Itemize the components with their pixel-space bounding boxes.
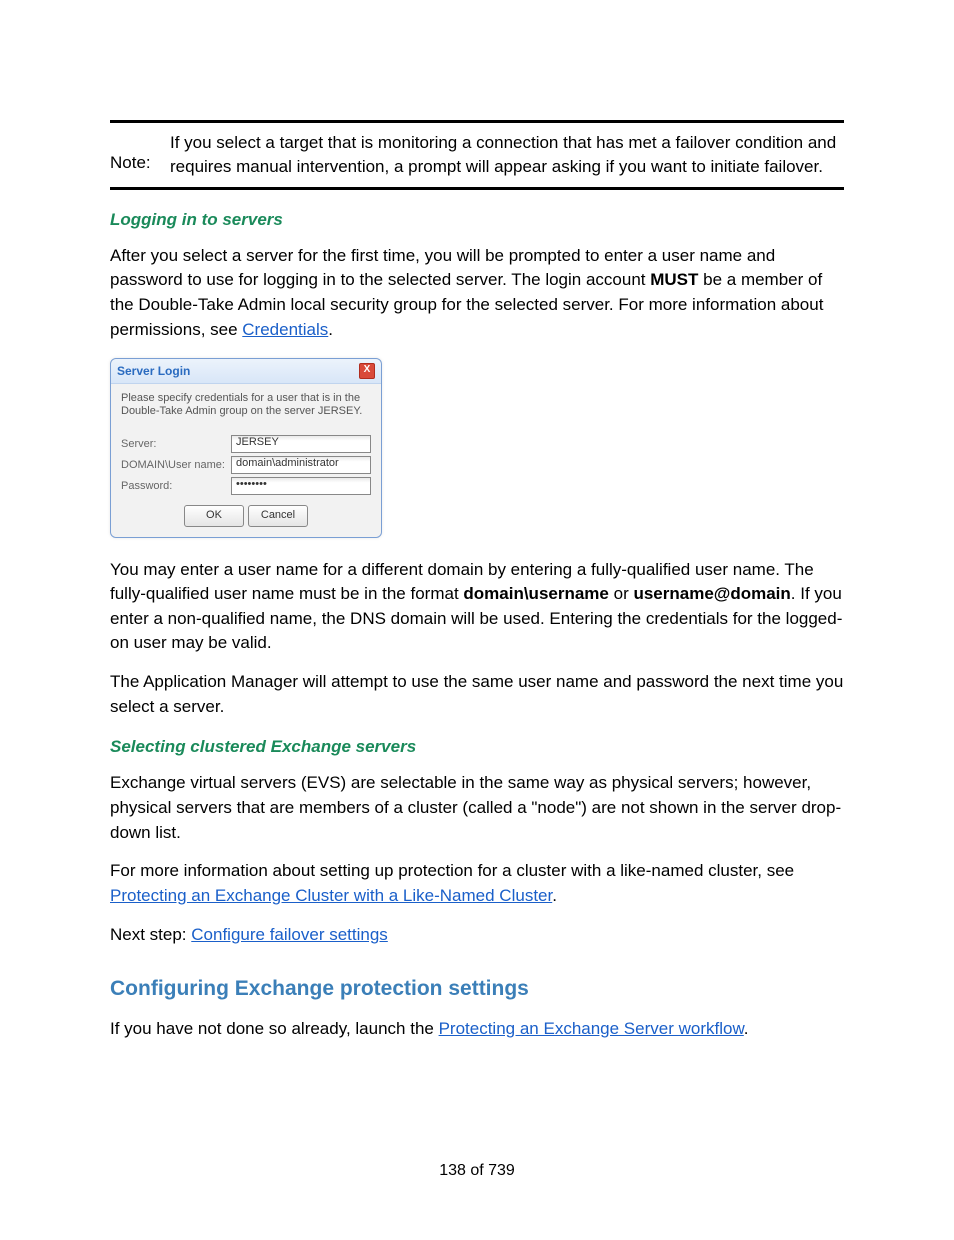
paragraph-cluster-link: For more information about setting up pr… — [110, 859, 844, 908]
password-input[interactable]: •••••••• — [231, 477, 371, 495]
username-row: DOMAIN\User name: domain\administrator — [121, 456, 371, 474]
note-text: If you select a target that is monitorin… — [170, 131, 844, 179]
server-label: Server: — [121, 438, 231, 450]
text: or — [609, 584, 634, 603]
ok-button[interactable]: OK — [184, 505, 244, 527]
dialog-body: Please specify credentials for a user th… — [111, 384, 381, 536]
note-box: Note: If you select a target that is mon… — [110, 120, 844, 190]
text: If you have not done so already, launch … — [110, 1019, 439, 1038]
server-login-dialog: Server Login X Please specify credential… — [110, 358, 382, 537]
workflow-link[interactable]: Protecting an Exchange Server workflow — [439, 1019, 744, 1038]
dialog-titlebar: Server Login X — [111, 359, 381, 384]
text: . — [328, 320, 333, 339]
paragraph-reuse-creds: The Application Manager will attempt to … — [110, 670, 844, 719]
username-label: DOMAIN\User name: — [121, 459, 231, 471]
domain-username-format: domain\username — [463, 584, 609, 603]
password-label: Password: — [121, 480, 231, 492]
paragraph-fqn: You may enter a user name for a differen… — [110, 558, 844, 657]
paragraph-launch-workflow: If you have not done so already, launch … — [110, 1017, 844, 1042]
must-emphasis: MUST — [650, 270, 698, 289]
configure-failover-link[interactable]: Configure failover settings — [191, 925, 388, 944]
dialog-instruction: Please specify credentials for a user th… — [121, 392, 371, 418]
dialog-title-text: Server Login — [117, 364, 190, 378]
dialog-buttons: OK Cancel — [121, 505, 371, 527]
paragraph-login-intro: After you select a server for the first … — [110, 244, 844, 343]
section-heading-clustered: Selecting clustered Exchange servers — [110, 737, 844, 757]
text: . — [744, 1019, 749, 1038]
server-input[interactable]: JERSEY — [231, 435, 371, 453]
text: Next step: — [110, 925, 191, 944]
h2-configuring: Configuring Exchange protection settings — [110, 977, 844, 1001]
paragraph-evs: Exchange virtual servers (EVS) are selec… — [110, 771, 844, 845]
server-row: Server: JERSEY — [121, 435, 371, 453]
text: For more information about setting up pr… — [110, 861, 794, 880]
paragraph-next-step: Next step: Configure failover settings — [110, 923, 844, 948]
cluster-link[interactable]: Protecting an Exchange Cluster with a Li… — [110, 886, 552, 905]
username-domain-format: username@domain — [633, 584, 790, 603]
text: . — [552, 886, 557, 905]
close-icon[interactable]: X — [359, 363, 375, 379]
credentials-link[interactable]: Credentials — [242, 320, 328, 339]
password-row: Password: •••••••• — [121, 477, 371, 495]
cancel-button[interactable]: Cancel — [248, 505, 308, 527]
section-heading-logging-in: Logging in to servers — [110, 210, 844, 230]
username-input[interactable]: domain\administrator — [231, 456, 371, 474]
page-number: 138 of 739 — [110, 1162, 844, 1180]
note-label: Note: — [110, 131, 170, 179]
